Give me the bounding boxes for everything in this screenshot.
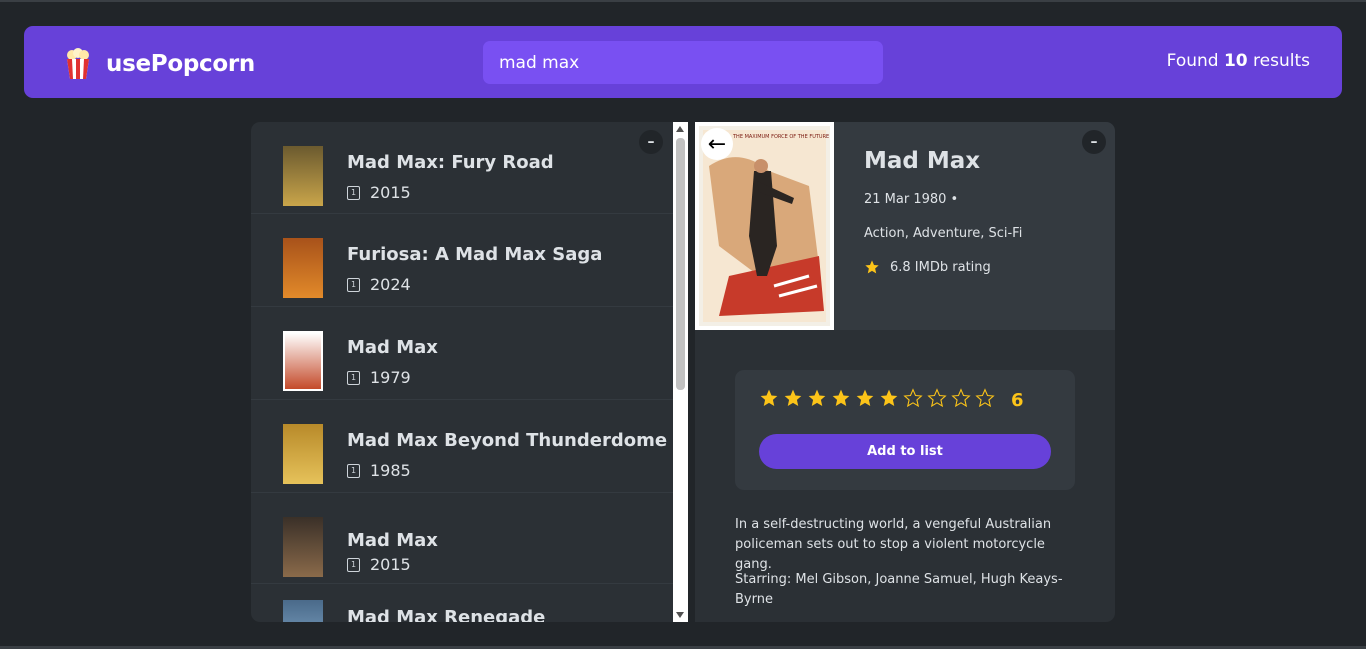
star-empty-icon[interactable]	[927, 388, 947, 408]
search-input[interactable]	[483, 41, 883, 84]
details-title: Mad Max	[864, 148, 981, 174]
list-scrollbar[interactable]	[673, 122, 688, 622]
app-name: usePopcorn	[106, 51, 255, 77]
movie-list-item[interactable]: Mad Max: Fury Road 1 2015	[251, 122, 673, 214]
calendar-icon: 1	[347, 185, 360, 200]
scroll-thumb[interactable]	[676, 138, 685, 390]
calendar-icon: 1	[347, 277, 360, 292]
calendar-icon: 1	[347, 463, 360, 478]
details-plot: In a self-destructing world, a vengeful …	[735, 517, 1052, 572]
movie-year-text: 2015	[370, 555, 411, 574]
details-imdb-rating: 6.8 IMDb rating	[864, 259, 991, 275]
details-header: ← THE MAXIMUM FORCE OF THE FUTURE Mad Ma…	[695, 122, 1115, 330]
movie-title: Mad Max	[347, 530, 438, 551]
movie-poster-thumb	[283, 146, 323, 206]
movie-list-item[interactable]: Mad Max 1 1979	[251, 307, 673, 400]
star-filled-icon[interactable]	[783, 388, 803, 408]
scroll-down-arrow[interactable]	[676, 612, 684, 618]
movie-year: 1 2015	[347, 183, 411, 202]
movie-poster-thumb	[283, 238, 323, 298]
star-filled-icon[interactable]	[855, 388, 875, 408]
back-button[interactable]: ←	[701, 128, 733, 160]
movie-poster-thumb	[283, 331, 323, 391]
imdb-rating-text: 6.8 IMDb rating	[890, 259, 991, 275]
movie-year: 1 1985	[347, 461, 411, 480]
list-collapse-button[interactable]: –	[639, 130, 663, 154]
add-to-list-button[interactable]: Add to list	[759, 434, 1051, 469]
movie-poster-thumb	[283, 600, 323, 622]
movie-year: 1 1979	[347, 368, 411, 387]
movie-details-box: – ← THE MAXIMUM FORCE OF THE FUTURE Mad …	[695, 122, 1115, 622]
movie-list-item[interactable]: Mad Max Beyond Thunderdome 1 1985	[251, 400, 673, 493]
star-rating	[759, 388, 995, 408]
star-icon	[865, 260, 879, 274]
movie-year-text: 2015	[370, 183, 411, 202]
movie-list-item[interactable]: Furiosa: A Mad Max Saga 1 2024	[251, 214, 673, 307]
calendar-icon: 1	[347, 370, 360, 385]
rating-box: 6 Add to list	[735, 370, 1075, 490]
star-empty-icon[interactable]	[951, 388, 971, 408]
star-empty-icon[interactable]	[903, 388, 923, 408]
details-release: 21 Mar 1980 •	[864, 192, 959, 207]
navbar: usePopcorn Found 10 results	[24, 26, 1342, 98]
results-number: 10	[1223, 51, 1248, 71]
popcorn-icon	[67, 48, 89, 79]
star-filled-icon[interactable]	[759, 388, 779, 408]
movie-title: Mad Max: Fury Road	[347, 152, 554, 173]
user-rating-value: 6	[1011, 390, 1024, 411]
results-prefix: Found	[1166, 51, 1219, 71]
movie-poster-thumb	[283, 517, 323, 577]
logo: usePopcorn	[64, 48, 255, 80]
movie-year-text: 1979	[370, 368, 411, 387]
star-filled-icon[interactable]	[807, 388, 827, 408]
movie-list-item[interactable]: Mad Max 1 2015	[251, 493, 673, 584]
details-collapse-button[interactable]: –	[1082, 130, 1106, 154]
movie-title: Mad Max Beyond Thunderdome	[347, 430, 668, 451]
movie-poster-thumb	[283, 424, 323, 484]
movie-title: Furiosa: A Mad Max Saga	[347, 244, 603, 265]
window-top-border	[0, 0, 1366, 2]
movie-year: 1 2015	[347, 555, 411, 574]
movie-list-box: – Mad Max: Fury Road 1 2015 Furiosa: A Mad …	[251, 122, 673, 622]
results-count: Found 10 results	[1167, 51, 1310, 71]
star-filled-icon[interactable]	[831, 388, 851, 408]
movie-title: Mad Max Renegade	[347, 607, 546, 622]
poster-tagline: THE MAXIMUM FORCE OF THE FUTURE	[732, 134, 829, 140]
movie-year-text: 1985	[370, 461, 411, 480]
details-starring: Starring: Mel Gibson, Joanne Samuel, Hug…	[735, 572, 1063, 607]
movie-year: 1 2024	[347, 275, 411, 294]
calendar-icon: 1	[347, 557, 360, 572]
star-filled-icon[interactable]	[879, 388, 899, 408]
movie-list-item[interactable]: Mad Max Renegade	[251, 584, 673, 622]
movie-year-text: 2024	[370, 275, 411, 294]
arrow-left-icon: ←	[707, 131, 727, 157]
scroll-up-arrow[interactable]	[676, 126, 684, 132]
movie-title: Mad Max	[347, 337, 438, 358]
details-genre: Action, Adventure, Sci-Fi	[864, 226, 1023, 241]
star-empty-icon[interactable]	[975, 388, 995, 408]
results-suffix: results	[1253, 51, 1310, 71]
